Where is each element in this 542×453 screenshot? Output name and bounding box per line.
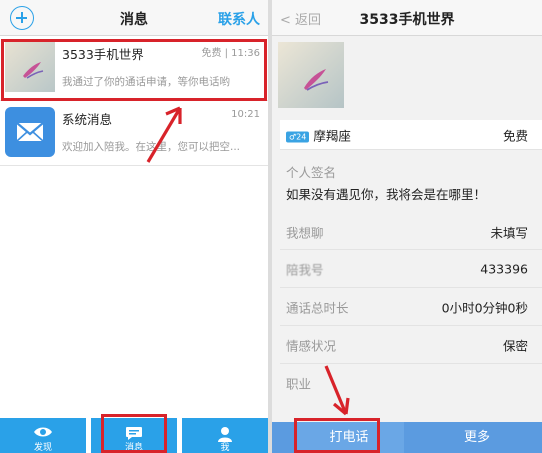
profile-photo[interactable] bbox=[278, 42, 344, 108]
signature-section: 个人签名 如果没有遇见你，我将会是在哪里！ bbox=[280, 156, 542, 214]
want-chat-value: 未填写 bbox=[490, 225, 528, 240]
relationship-value: 保密 bbox=[502, 338, 528, 353]
person-icon bbox=[218, 427, 232, 442]
want-chat-row: 我想聊 未填写 bbox=[280, 214, 542, 250]
annotation-arrow bbox=[146, 106, 182, 163]
messages-header: 消息 联系人 bbox=[0, 0, 268, 36]
job-label: 职业 bbox=[286, 376, 312, 392]
tab-discover[interactable]: 发现 bbox=[0, 418, 86, 453]
call-duration-row: 通话总时长 0小时0分钟0秒 bbox=[280, 288, 542, 326]
want-chat-label: 我想聊 bbox=[286, 225, 324, 240]
tab-label: 我 bbox=[220, 443, 230, 453]
signature-text: 如果没有遇见你，我将会是在哪里！ bbox=[286, 187, 487, 202]
highlight-box bbox=[1, 39, 267, 101]
tab-me[interactable]: 我 bbox=[182, 418, 268, 453]
signature-label: 个人签名 bbox=[286, 165, 337, 180]
call-duration-value: 0小时0分钟0秒 bbox=[441, 300, 528, 315]
profile-header: < 返回 3533手机世界 bbox=[272, 0, 542, 36]
contacts-link[interactable]: 联系人 bbox=[218, 9, 260, 29]
price-value: 免费 bbox=[502, 128, 528, 143]
zodiac-label: 摩羯座 bbox=[313, 128, 351, 143]
profile-screen: < 返回 3533手机世界 ♂24 摩羯座 免费 个人签名 如果没有遇见你，我将会… bbox=[272, 0, 542, 453]
call-duration-label: 通话总时长 bbox=[286, 300, 349, 315]
highlight-box bbox=[294, 418, 380, 453]
id-row: 陪我号 433396 bbox=[280, 250, 542, 288]
highlight-box bbox=[101, 414, 167, 453]
messages-screen: 消息 联系人 3533手机世界 免费 | 11:36 我通过了你的通话申请，等你… bbox=[0, 0, 268, 453]
mail-icon bbox=[5, 107, 55, 157]
more-button[interactable]: 更多 bbox=[422, 422, 532, 453]
conversation-name: 系统消息 bbox=[62, 112, 113, 127]
id-label: 陪我号 bbox=[286, 262, 324, 277]
eye-icon bbox=[34, 427, 52, 437]
tab-label: 发现 bbox=[33, 443, 52, 453]
id-value: 433396 bbox=[480, 261, 528, 276]
relationship-row: 情感状况 保密 bbox=[280, 326, 542, 364]
annotation-arrow bbox=[324, 365, 350, 416]
gender-age-badge: ♂24 bbox=[286, 131, 310, 142]
conversation-meta: 10:21 bbox=[231, 109, 260, 120]
page-title: 3533手机世界 bbox=[359, 12, 455, 28]
conversation-item-system[interactable]: 系统消息 10:21 欢迎加入陪我。在这里，您可以把空... bbox=[0, 102, 268, 166]
gender-zodiac-row: ♂24 摩羯座 免费 bbox=[280, 120, 542, 150]
relationship-label: 情感状况 bbox=[286, 338, 337, 353]
